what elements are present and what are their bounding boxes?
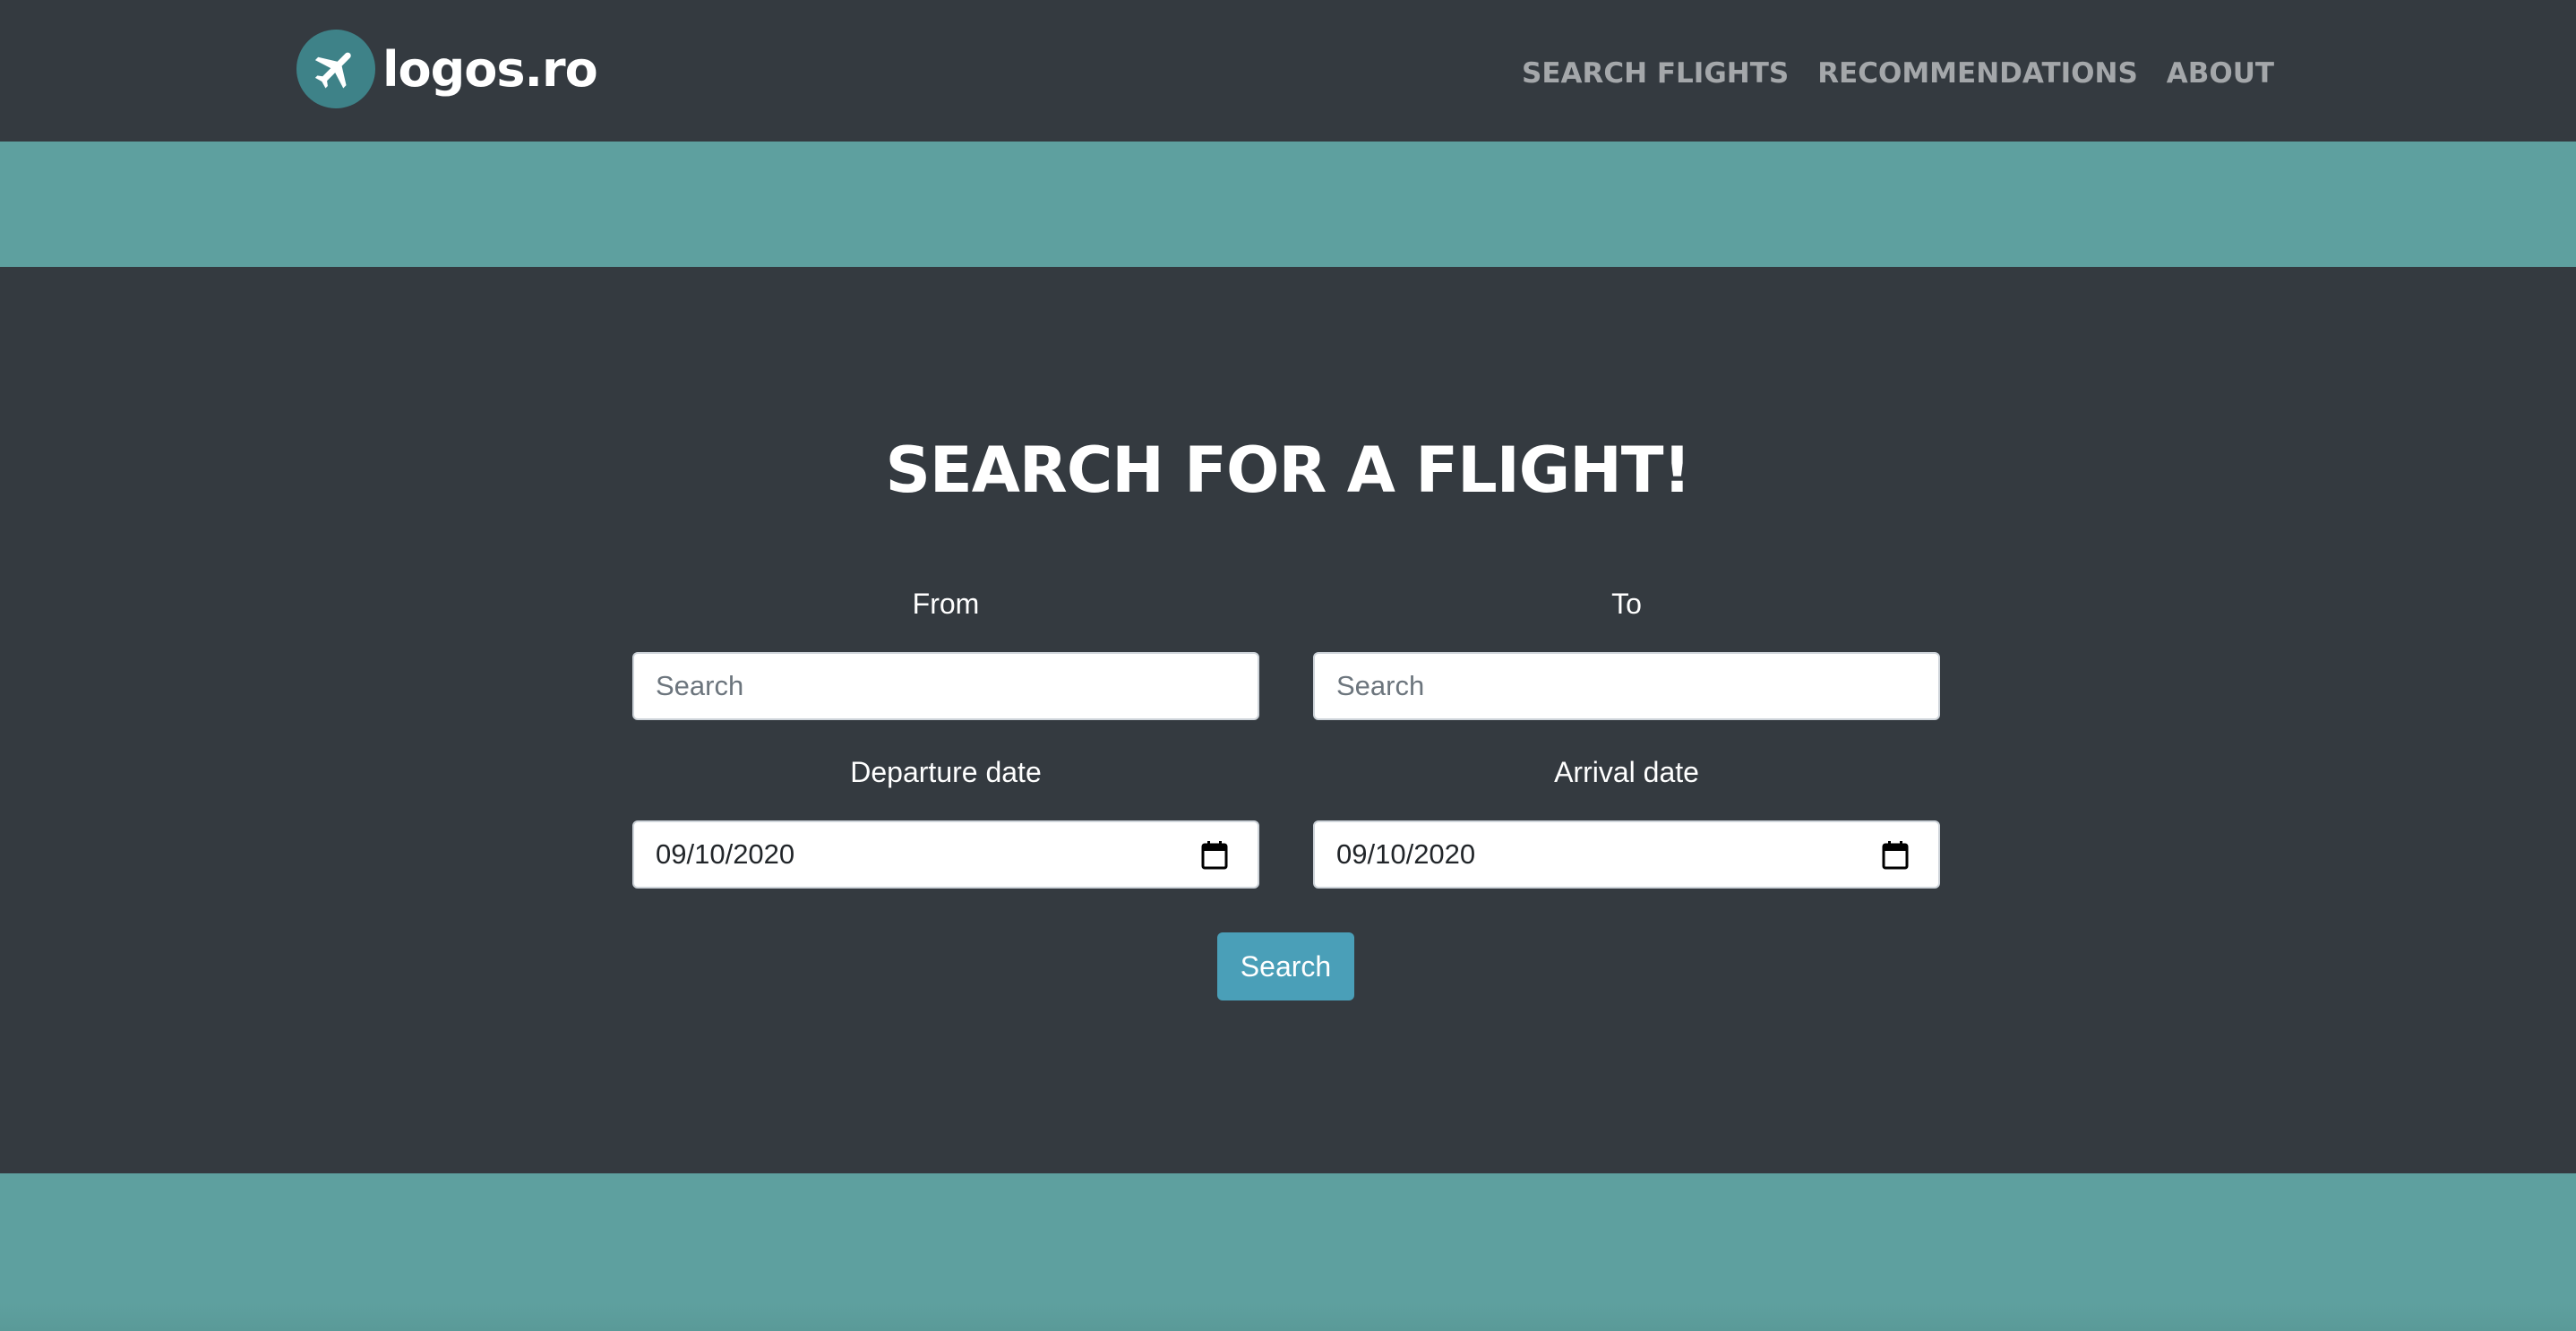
arrival-group: Arrival date (1313, 754, 1940, 889)
main-nav: SEARCH FLIGHTS RECOMMENDATIONS ABOUT (1522, 57, 2274, 90)
top-band (0, 142, 2576, 267)
airplane-icon (296, 30, 375, 108)
search-section: SEARCH FOR A FLIGHT! From To Departure d… (0, 267, 2576, 1173)
arrival-field-box (1313, 820, 1940, 889)
nav-search-flights[interactable]: SEARCH FLIGHTS (1522, 57, 1789, 90)
from-label: From (912, 588, 980, 620)
nav-recommendations[interactable]: RECOMMENDATIONS (1817, 57, 2138, 90)
to-input[interactable] (1315, 654, 1938, 718)
to-label: To (1611, 588, 1642, 620)
from-field-box (632, 652, 1259, 720)
page-title: SEARCH FOR A FLIGHT! (885, 434, 1692, 507)
calendar-icon[interactable] (1881, 840, 1910, 871)
bottom-band (0, 1173, 2576, 1331)
departure-group: Departure date (632, 754, 1259, 889)
to-group: To (1313, 586, 1940, 720)
departure-field-box (632, 820, 1259, 889)
departure-label: Departure date (850, 756, 1042, 788)
search-button[interactable]: Search (1217, 932, 1354, 1000)
arrival-label: Arrival date (1554, 756, 1699, 788)
from-group: From (632, 586, 1259, 720)
to-field-box (1313, 652, 1940, 720)
brand-link[interactable]: logos.ro (296, 30, 598, 108)
arrival-date-input[interactable] (1315, 822, 1938, 887)
brand-name: logos.ro (382, 40, 598, 98)
calendar-icon[interactable] (1200, 840, 1229, 871)
from-input[interactable] (634, 654, 1258, 718)
nav-about[interactable]: ABOUT (2167, 57, 2274, 90)
departure-date-input[interactable] (634, 822, 1258, 887)
navbar: logos.ro SEARCH FLIGHTS RECOMMENDATIONS … (0, 0, 2576, 142)
